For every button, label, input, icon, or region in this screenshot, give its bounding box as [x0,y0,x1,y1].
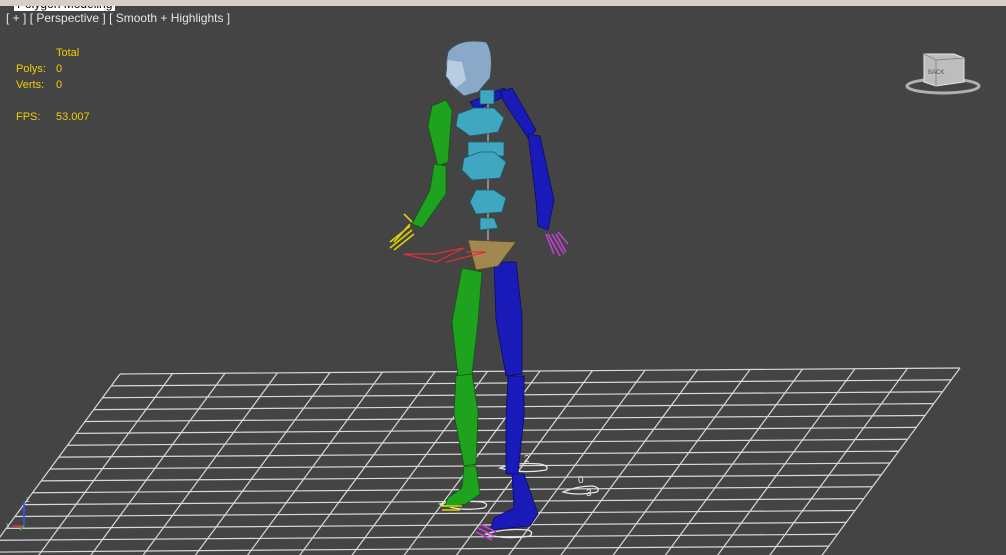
grid-line [41,474,882,482]
stats-total-header: Total [56,47,80,59]
right-forearm [527,133,555,231]
axis-x-label: x [6,521,10,530]
left-arm [411,99,453,229]
right-calf [505,375,525,475]
footstep-label-3: 3 [586,488,592,499]
grid-line [769,368,908,555]
viewport-view-menu[interactable]: [ Perspective ] [30,11,106,25]
footstep-label-2: 2 [524,454,530,465]
spine-link-3 [461,151,507,181]
left-leg [443,267,483,509]
grid-line [6,521,847,529]
right-hand [545,231,569,257]
grid-line [14,509,856,518]
viewcube[interactable]: BACK [904,50,982,96]
spine-link-4 [469,189,507,215]
grid-line [717,368,856,555]
left-upper-arm [427,99,453,167]
viewcube-face-label: BACK [928,70,944,76]
grid-line [664,368,803,555]
grid-line [821,367,961,555]
viewport-label-bar: [ + ] [ Perspective ] [ Smooth + Highlig… [6,11,230,25]
stats-verts-label: Verts: [16,79,45,91]
right-upper-arm [499,87,537,139]
right-thigh [493,261,523,377]
left-hand [389,213,415,251]
axis-z-label: z [26,495,30,504]
perspective-viewport[interactable]: Polygon Modeling [ + ] [ Perspective ] [… [0,0,1006,555]
left-thigh [451,267,483,377]
footstep-label-0: 0 [578,475,584,486]
viewport-plus-menu[interactable]: [ + ] [6,11,26,25]
home-grid [0,367,961,555]
spine-link-5 [479,217,499,231]
stats-fps-label: FPS: [16,111,41,123]
grid-line [560,369,698,555]
grid-line [0,545,829,553]
grid-line [612,369,751,555]
stats-verts-value: 0 [56,79,63,91]
left-calf [453,373,479,467]
spine [455,89,507,231]
neck [479,89,495,105]
stats-polys-value: 0 [56,63,63,75]
axis-tripod: z x [6,495,30,531]
spine-link-1 [455,107,505,137]
stats-polys-label: Polys: [16,63,46,75]
viewport-shading-menu[interactable]: [ Smooth + Highlights ] [109,11,230,25]
stats-fps-value: 53.007 [56,111,90,123]
scene-canvas[interactable]: 2 0 3 [0,6,1006,555]
footstep-right-front [561,485,599,495]
right-foot [489,473,539,531]
grid-line [32,486,873,494]
left-forearm [411,163,447,229]
ribbon-tab-polygon-modeling[interactable]: Polygon Modeling [14,6,116,11]
